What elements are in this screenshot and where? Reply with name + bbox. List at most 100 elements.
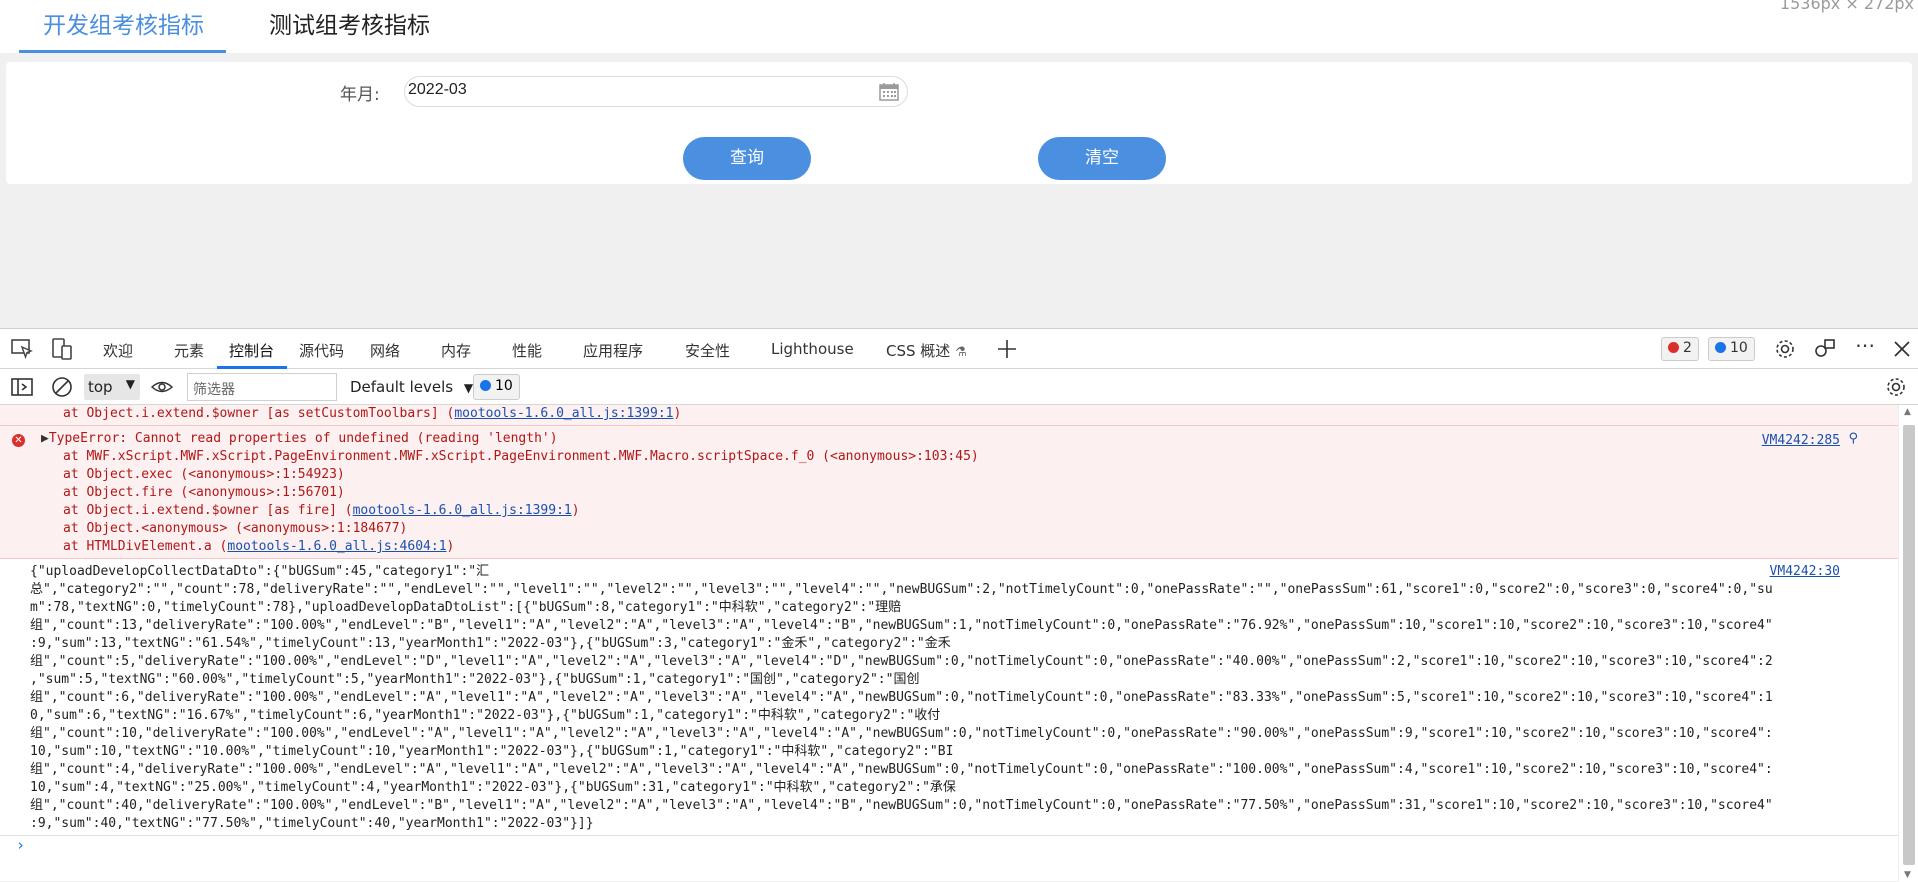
error-count-badge[interactable]: 2 bbox=[1661, 337, 1699, 361]
year-month-label: 年月: bbox=[340, 85, 380, 105]
devtools-tab-css-overview[interactable]: CSS 概述 ⚗ bbox=[886, 340, 967, 361]
messages-filter-count: 10 bbox=[495, 378, 513, 394]
tab-test-metrics[interactable]: 测试组考核指标 bbox=[269, 6, 430, 40]
log-line: 组","count":40,"deliveryRate":"100.00%","… bbox=[30, 798, 1773, 813]
log-line: 0,"sum":6,"textNG":"16.67%","timelyCount… bbox=[30, 708, 941, 723]
log-line: {"uploadDevelopCollectDataDto":{"bUGSum"… bbox=[30, 564, 490, 579]
log-line: 组","count":6,"deliveryRate":"100.00%","e… bbox=[30, 690, 1773, 705]
year-month-value: 2022-03 bbox=[408, 81, 467, 98]
log-line: m":78,"textNG":0,"timelyCount":78},"uplo… bbox=[30, 600, 902, 615]
calendar-icon[interactable] bbox=[879, 82, 899, 101]
console-settings-gear-icon[interactable] bbox=[1884, 375, 1908, 399]
console-filter-input[interactable]: 筛选器 bbox=[187, 373, 337, 401]
devtools-tab-network[interactable]: 网络 bbox=[370, 340, 400, 361]
close-devtools-icon[interactable] bbox=[1890, 337, 1914, 361]
stack-frame-link[interactable]: mootools-1.6.0_all.js:1399:1 bbox=[353, 503, 572, 518]
stack-frame: at Object.fire (<anonymous>:1:56701) bbox=[63, 485, 345, 500]
log-line: 10,"sum":10,"textNG":"10.00%","timelyCou… bbox=[30, 744, 954, 759]
devtools-tab-performance[interactable]: 性能 bbox=[512, 340, 542, 361]
message-count-badge[interactable]: 10 bbox=[1708, 337, 1755, 361]
devtools-tab-elements[interactable]: 元素 bbox=[174, 340, 204, 361]
scroll-up-icon[interactable]: ▲ bbox=[1904, 407, 1911, 417]
console-prompt-input[interactable]: › bbox=[0, 836, 1898, 858]
stack-frame: at MWF.xScript.MWF.xScript.PageEnvironme… bbox=[63, 449, 979, 464]
log-line: ,"sum":5,"textNG":"60.00%","timelyCount"… bbox=[30, 672, 920, 687]
inspect-element-icon[interactable] bbox=[10, 337, 34, 361]
log-levels-select[interactable]: Default levels ▼ bbox=[350, 378, 473, 396]
clear-button[interactable]: 清空 bbox=[1038, 137, 1166, 180]
stack-frame-link[interactable]: mootools-1.6.0_all.js:1399:1 bbox=[454, 406, 673, 421]
query-form-card bbox=[6, 62, 1912, 184]
message-icon bbox=[480, 380, 491, 391]
devtools-tab-bar: 欢迎 元素 控制台 源代码 网络 内存 性能 应用程序 安全性 Lighthou… bbox=[0, 329, 1918, 369]
error-text: TypeError: Cannot read properties of und… bbox=[48, 431, 558, 446]
stack-frame-link[interactable]: mootools-1.6.0_all.js:4604:1 bbox=[227, 539, 446, 554]
log-line: 组","count":10,"deliveryRate":"100.00%","… bbox=[30, 726, 1773, 741]
active-tab-indicator bbox=[19, 50, 226, 53]
scroll-thumb[interactable] bbox=[1903, 425, 1915, 865]
tab-dev-metrics[interactable]: 开发组考核指标 bbox=[43, 6, 204, 40]
error-icon: ✕ bbox=[12, 434, 25, 447]
clear-console-icon[interactable] bbox=[50, 375, 74, 399]
error-message-2[interactable]: ✕ ▶TypeError: Cannot read properties of … bbox=[0, 426, 1898, 559]
search-icon[interactable]: ⚲ bbox=[1848, 430, 1858, 448]
experiment-flask-icon: ⚗ bbox=[955, 345, 967, 360]
prompt-chevron-icon: › bbox=[16, 836, 26, 854]
dropdown-arrow-icon: ▼ bbox=[463, 381, 474, 395]
console-output: at Object.i.extend.$owner [as setCustomT… bbox=[0, 405, 1898, 882]
stack-frame: at Object.<anonymous> (<anonymous>:1:184… bbox=[63, 521, 408, 536]
log-line: 组","count":5,"deliveryRate":"100.00%","e… bbox=[30, 654, 1773, 669]
console-toolbar: top ▼ 筛选器 Default levels ▼ 10 bbox=[0, 369, 1918, 405]
scroll-down-icon[interactable]: ▼ bbox=[1904, 870, 1911, 880]
error-headline: ▶TypeError: Cannot read properties of un… bbox=[0, 430, 1898, 448]
log-line: :9,"sum":40,"textNG":"77.50%","timelyCou… bbox=[30, 816, 594, 831]
device-emulation-icon[interactable] bbox=[50, 337, 74, 361]
css-overview-label: CSS 概述 bbox=[886, 342, 951, 360]
error-icon bbox=[1668, 342, 1679, 353]
error-source-link[interactable]: VM4242:285 bbox=[1762, 432, 1840, 450]
log-line: :9,"sum":13,"textNG":"61.54%","timelyCou… bbox=[30, 636, 951, 651]
connected-devices-icon[interactable] bbox=[1813, 337, 1837, 361]
devtools-tab-application[interactable]: 应用程序 bbox=[583, 340, 643, 361]
log-line: 组","count":13,"deliveryRate":"100.00%","… bbox=[30, 618, 1773, 633]
devtools-tab-welcome[interactable]: 欢迎 bbox=[103, 340, 133, 361]
messages-filter-badge[interactable]: 10 bbox=[473, 374, 520, 400]
more-options-icon[interactable]: ⋯ bbox=[1853, 333, 1877, 357]
console-scrollbar[interactable]: ▲ ▼ bbox=[1898, 405, 1918, 882]
log-line: 10,"sum":4,"textNG":"25.00%","timelyCoun… bbox=[30, 780, 956, 795]
context-select[interactable]: top ▼ bbox=[84, 374, 140, 400]
stack-frame: at HTMLDivElement.a (mootools-1.6.0_all.… bbox=[63, 539, 455, 554]
dimension-overlay-label: 1536px × 272px bbox=[1779, 0, 1914, 13]
log-message[interactable]: VM4242:30 {"uploadDevelopCollectDataDto"… bbox=[0, 559, 1898, 836]
context-value: top bbox=[88, 378, 113, 396]
add-tab-icon[interactable] bbox=[995, 337, 1019, 361]
stack-trace: at MWF.xScript.MWF.xScript.PageEnvironme… bbox=[0, 448, 1898, 556]
message-icon bbox=[1715, 342, 1726, 353]
error-count: 2 bbox=[1683, 340, 1692, 356]
devtools-tab-lighthouse[interactable]: Lighthouse bbox=[771, 340, 854, 358]
log-source-link[interactable]: VM4242:30 bbox=[1770, 563, 1840, 581]
error-message-1: at Object.i.extend.$owner [as setCustomT… bbox=[0, 405, 1898, 426]
stack-frame: at Object.i.extend.$owner [as fire] (moo… bbox=[63, 503, 580, 518]
log-line: 总","category2":"","count":78,"deliveryRa… bbox=[30, 582, 1773, 597]
devtools-tab-security[interactable]: 安全性 bbox=[685, 340, 730, 361]
live-expression-eye-icon[interactable] bbox=[150, 375, 174, 399]
devtools-tab-console[interactable]: 控制台 bbox=[229, 340, 274, 361]
devtools-tab-memory[interactable]: 内存 bbox=[441, 340, 471, 361]
stack-frame: at Object.i.extend.$owner [as setCustomT… bbox=[63, 406, 682, 421]
toggle-sidebar-icon[interactable] bbox=[10, 375, 34, 399]
page-tab-bar: 开发组考核指标 测试组考核指标 1536px × 272px bbox=[0, 0, 1918, 53]
log-text: {"uploadDevelopCollectDataDto":{"bUGSum"… bbox=[30, 563, 1898, 833]
expand-arrow-icon[interactable]: ▶ bbox=[41, 431, 49, 446]
settings-gear-icon[interactable] bbox=[1773, 337, 1797, 361]
devtools-panel: 欢迎 元素 控制台 源代码 网络 内存 性能 应用程序 安全性 Lighthou… bbox=[0, 328, 1918, 882]
year-month-input[interactable]: 2022-03 bbox=[404, 76, 908, 107]
dropdown-arrow-icon: ▼ bbox=[125, 377, 135, 391]
devtools-tab-sources[interactable]: 源代码 bbox=[299, 340, 344, 361]
log-line: 组","count":4,"deliveryRate":"100.00%","e… bbox=[30, 762, 1773, 777]
app-page: 开发组考核指标 测试组考核指标 1536px × 272px 年月: 2022-… bbox=[0, 0, 1918, 328]
log-levels-value: Default levels bbox=[350, 378, 454, 396]
query-button[interactable]: 查询 bbox=[683, 137, 811, 180]
stack-frame: at Object.exec (<anonymous>:1:54923) bbox=[63, 467, 345, 482]
message-count: 10 bbox=[1730, 340, 1748, 356]
